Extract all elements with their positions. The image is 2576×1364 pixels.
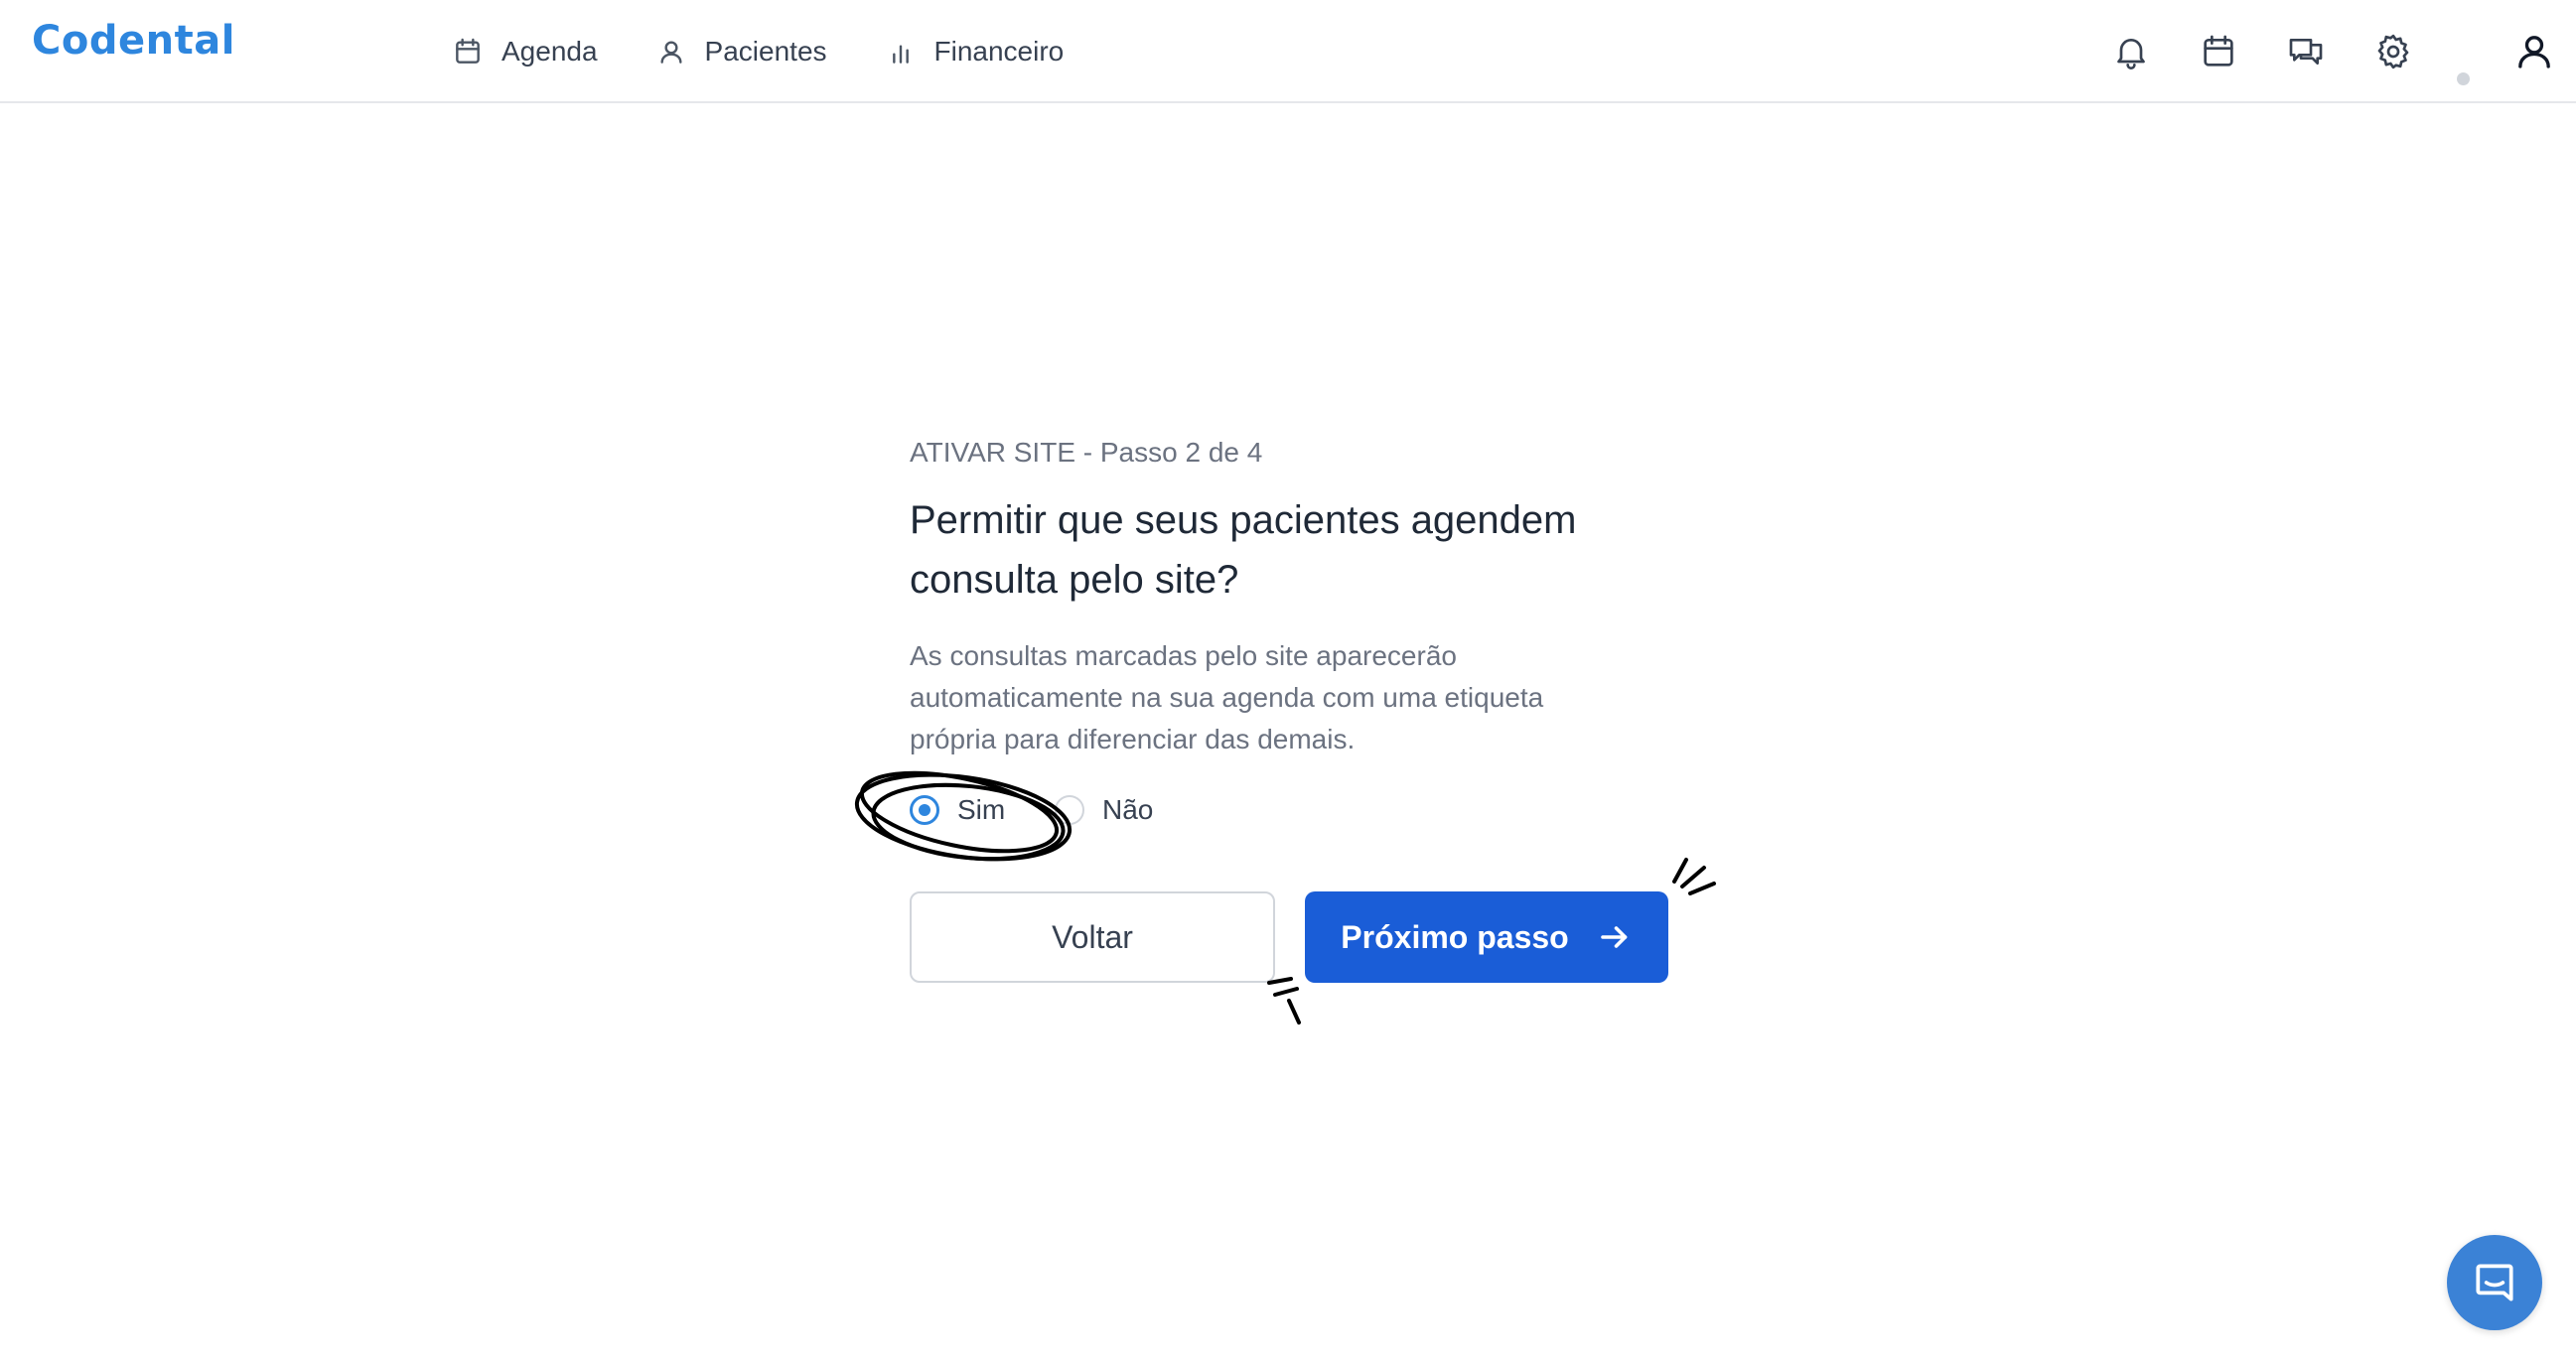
next-button-label: Próximo passo bbox=[1341, 918, 1569, 955]
radio-label-nao: Não bbox=[1102, 794, 1154, 825]
radio-option-nao[interactable]: Não bbox=[1055, 788, 1153, 832]
radio-sim[interactable] bbox=[910, 795, 939, 825]
notifications-button[interactable] bbox=[2107, 26, 2155, 77]
status-dot bbox=[2457, 72, 2470, 85]
description-text: As consultas marcadas pelo site aparecer… bbox=[910, 640, 1544, 754]
radio-label-sim: Sim bbox=[957, 794, 1006, 825]
chat-icon bbox=[2289, 39, 2323, 65]
support-chat-button[interactable] bbox=[2447, 1235, 2542, 1330]
radio-option-sim[interactable]: Sim bbox=[910, 788, 1005, 832]
wizard-actions: Voltar Próximo passo bbox=[910, 891, 1668, 983]
annotation-sparkle-bottom bbox=[1267, 977, 1301, 1024]
bell-icon bbox=[2117, 39, 2145, 69]
radio-group: Sim Não bbox=[910, 788, 1674, 832]
calendar-button[interactable] bbox=[2195, 26, 2242, 77]
calendar-icon bbox=[2204, 35, 2233, 67]
top-navigation-bar: Codental Agenda Pacientes Financeiro bbox=[0, 0, 2576, 103]
wizard-panel: ATIVAR SITE - Passo 2 de 4 Permitir que … bbox=[910, 437, 1674, 832]
back-button-label: Voltar bbox=[1052, 918, 1133, 955]
gear-icon bbox=[2377, 34, 2409, 69]
profile-icon bbox=[2518, 36, 2550, 68]
settings-button[interactable] bbox=[2369, 26, 2417, 77]
step-indicator: ATIVAR SITE - Passo 2 de 4 bbox=[910, 437, 1263, 468]
arrow-right-icon bbox=[1600, 926, 1628, 948]
page-title: Permitir que seus pacientes agendem cons… bbox=[910, 498, 1577, 602]
header-actions bbox=[0, 26, 2576, 85]
radio-nao[interactable] bbox=[1055, 795, 1084, 825]
profile-button[interactable] bbox=[2510, 26, 2558, 77]
annotation-sparkle-top bbox=[1672, 858, 1716, 895]
chat-bubble-icon bbox=[2476, 1264, 2513, 1301]
messages-button[interactable] bbox=[2282, 26, 2330, 77]
back-button[interactable]: Voltar bbox=[910, 891, 1275, 983]
next-step-button[interactable]: Próximo passo bbox=[1305, 891, 1668, 983]
